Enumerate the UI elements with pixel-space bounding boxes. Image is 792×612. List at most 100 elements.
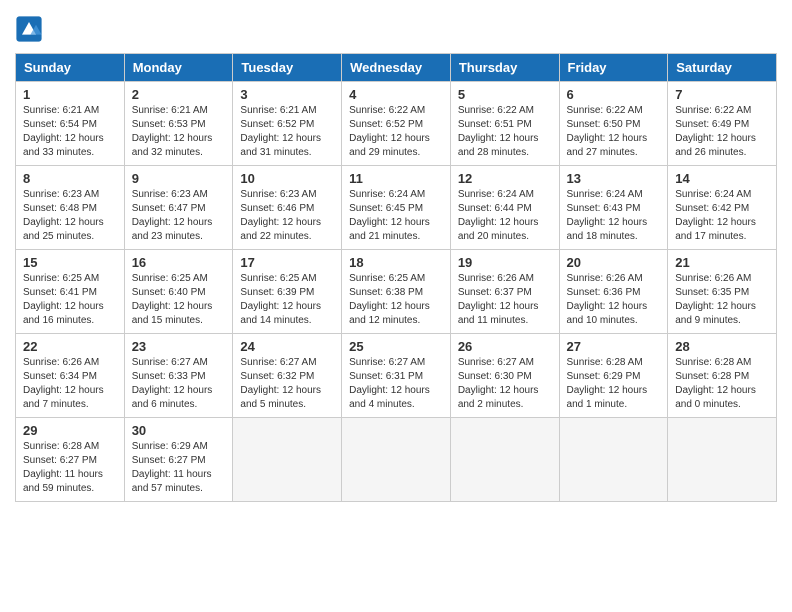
daylight-label: Daylight: 12 hours and 29 minutes. <box>349 133 430 158</box>
calendar-cell: 4 Sunrise: 6:22 AM Sunset: 6:52 PM Dayli… <box>342 82 451 166</box>
day-number: 24 <box>240 339 334 354</box>
daylight-label: Daylight: 12 hours and 32 minutes. <box>132 133 213 158</box>
day-info: Sunrise: 6:21 AM Sunset: 6:52 PM Dayligh… <box>240 104 334 160</box>
calendar-cell: 10 Sunrise: 6:23 AM Sunset: 6:46 PM Dayl… <box>233 166 342 250</box>
daylight-label: Daylight: 12 hours and 17 minutes. <box>675 217 756 242</box>
sunset-label: Sunset: 6:51 PM <box>458 119 532 130</box>
day-number: 5 <box>458 87 552 102</box>
sunrise-label: Sunrise: 6:26 AM <box>567 273 643 284</box>
sunset-label: Sunset: 6:47 PM <box>132 203 206 214</box>
sunset-label: Sunset: 6:45 PM <box>349 203 423 214</box>
calendar-cell: 2 Sunrise: 6:21 AM Sunset: 6:53 PM Dayli… <box>124 82 233 166</box>
calendar-cell: 24 Sunrise: 6:27 AM Sunset: 6:32 PM Dayl… <box>233 334 342 418</box>
calendar-cell: 14 Sunrise: 6:24 AM Sunset: 6:42 PM Dayl… <box>668 166 777 250</box>
sunset-label: Sunset: 6:42 PM <box>675 203 749 214</box>
sunrise-label: Sunrise: 6:25 AM <box>23 273 99 284</box>
daylight-label: Daylight: 12 hours and 15 minutes. <box>132 301 213 326</box>
calendar-cell <box>668 418 777 502</box>
weekday-header-monday: Monday <box>124 54 233 82</box>
sunset-label: Sunset: 6:40 PM <box>132 287 206 298</box>
calendar-cell <box>233 418 342 502</box>
calendar-cell: 23 Sunrise: 6:27 AM Sunset: 6:33 PM Dayl… <box>124 334 233 418</box>
sunset-label: Sunset: 6:52 PM <box>240 119 314 130</box>
day-info: Sunrise: 6:28 AM Sunset: 6:29 PM Dayligh… <box>567 356 661 412</box>
day-number: 12 <box>458 171 552 186</box>
day-number: 14 <box>675 171 769 186</box>
calendar-cell: 27 Sunrise: 6:28 AM Sunset: 6:29 PM Dayl… <box>559 334 668 418</box>
day-info: Sunrise: 6:27 AM Sunset: 6:30 PM Dayligh… <box>458 356 552 412</box>
sunrise-label: Sunrise: 6:27 AM <box>132 357 208 368</box>
day-info: Sunrise: 6:26 AM Sunset: 6:35 PM Dayligh… <box>675 272 769 328</box>
sunrise-label: Sunrise: 6:22 AM <box>567 105 643 116</box>
sunset-label: Sunset: 6:41 PM <box>23 287 97 298</box>
day-number: 28 <box>675 339 769 354</box>
day-number: 8 <box>23 171 117 186</box>
sunset-label: Sunset: 6:36 PM <box>567 287 641 298</box>
daylight-label: Daylight: 12 hours and 21 minutes. <box>349 217 430 242</box>
daylight-label: Daylight: 12 hours and 6 minutes. <box>132 385 213 410</box>
day-number: 3 <box>240 87 334 102</box>
calendar-week-row: 1 Sunrise: 6:21 AM Sunset: 6:54 PM Dayli… <box>16 82 777 166</box>
calendar-header-row: SundayMondayTuesdayWednesdayThursdayFrid… <box>16 54 777 82</box>
page: SundayMondayTuesdayWednesdayThursdayFrid… <box>0 0 792 612</box>
day-info: Sunrise: 6:22 AM Sunset: 6:52 PM Dayligh… <box>349 104 443 160</box>
sunset-label: Sunset: 6:35 PM <box>675 287 749 298</box>
sunset-label: Sunset: 6:28 PM <box>675 371 749 382</box>
calendar-cell: 8 Sunrise: 6:23 AM Sunset: 6:48 PM Dayli… <box>16 166 125 250</box>
calendar-cell: 29 Sunrise: 6:28 AM Sunset: 6:27 PM Dayl… <box>16 418 125 502</box>
sunset-label: Sunset: 6:54 PM <box>23 119 97 130</box>
day-number: 10 <box>240 171 334 186</box>
sunset-label: Sunset: 6:44 PM <box>458 203 532 214</box>
day-number: 29 <box>23 423 117 438</box>
daylight-label: Daylight: 12 hours and 4 minutes. <box>349 385 430 410</box>
weekday-header-sunday: Sunday <box>16 54 125 82</box>
sunset-label: Sunset: 6:37 PM <box>458 287 532 298</box>
calendar-cell: 5 Sunrise: 6:22 AM Sunset: 6:51 PM Dayli… <box>450 82 559 166</box>
sunset-label: Sunset: 6:32 PM <box>240 371 314 382</box>
calendar-cell: 17 Sunrise: 6:25 AM Sunset: 6:39 PM Dayl… <box>233 250 342 334</box>
calendar-week-row: 29 Sunrise: 6:28 AM Sunset: 6:27 PM Dayl… <box>16 418 777 502</box>
sunset-label: Sunset: 6:27 PM <box>132 455 206 466</box>
day-info: Sunrise: 6:22 AM Sunset: 6:51 PM Dayligh… <box>458 104 552 160</box>
daylight-label: Daylight: 12 hours and 0 minutes. <box>675 385 756 410</box>
daylight-label: Daylight: 12 hours and 16 minutes. <box>23 301 104 326</box>
calendar-cell: 15 Sunrise: 6:25 AM Sunset: 6:41 PM Dayl… <box>16 250 125 334</box>
day-info: Sunrise: 6:25 AM Sunset: 6:40 PM Dayligh… <box>132 272 226 328</box>
day-number: 13 <box>567 171 661 186</box>
calendar-cell: 12 Sunrise: 6:24 AM Sunset: 6:44 PM Dayl… <box>450 166 559 250</box>
weekday-header-friday: Friday <box>559 54 668 82</box>
day-number: 23 <box>132 339 226 354</box>
sunrise-label: Sunrise: 6:21 AM <box>23 105 99 116</box>
day-info: Sunrise: 6:23 AM Sunset: 6:47 PM Dayligh… <box>132 188 226 244</box>
day-info: Sunrise: 6:21 AM Sunset: 6:54 PM Dayligh… <box>23 104 117 160</box>
day-number: 27 <box>567 339 661 354</box>
daylight-label: Daylight: 12 hours and 5 minutes. <box>240 385 321 410</box>
sunset-label: Sunset: 6:39 PM <box>240 287 314 298</box>
day-number: 25 <box>349 339 443 354</box>
day-info: Sunrise: 6:24 AM Sunset: 6:45 PM Dayligh… <box>349 188 443 244</box>
sunrise-label: Sunrise: 6:27 AM <box>458 357 534 368</box>
sunrise-label: Sunrise: 6:25 AM <box>132 273 208 284</box>
day-info: Sunrise: 6:24 AM Sunset: 6:43 PM Dayligh… <box>567 188 661 244</box>
day-number: 4 <box>349 87 443 102</box>
day-info: Sunrise: 6:26 AM Sunset: 6:36 PM Dayligh… <box>567 272 661 328</box>
sunrise-label: Sunrise: 6:21 AM <box>240 105 316 116</box>
calendar-cell: 11 Sunrise: 6:24 AM Sunset: 6:45 PM Dayl… <box>342 166 451 250</box>
day-info: Sunrise: 6:22 AM Sunset: 6:49 PM Dayligh… <box>675 104 769 160</box>
weekday-header-wednesday: Wednesday <box>342 54 451 82</box>
day-info: Sunrise: 6:25 AM Sunset: 6:38 PM Dayligh… <box>349 272 443 328</box>
daylight-label: Daylight: 12 hours and 25 minutes. <box>23 217 104 242</box>
daylight-label: Daylight: 12 hours and 27 minutes. <box>567 133 648 158</box>
daylight-label: Daylight: 12 hours and 33 minutes. <box>23 133 104 158</box>
daylight-label: Daylight: 12 hours and 9 minutes. <box>675 301 756 326</box>
day-info: Sunrise: 6:25 AM Sunset: 6:39 PM Dayligh… <box>240 272 334 328</box>
sunset-label: Sunset: 6:33 PM <box>132 371 206 382</box>
calendar-week-row: 22 Sunrise: 6:26 AM Sunset: 6:34 PM Dayl… <box>16 334 777 418</box>
daylight-label: Daylight: 12 hours and 22 minutes. <box>240 217 321 242</box>
day-number: 9 <box>132 171 226 186</box>
day-number: 15 <box>23 255 117 270</box>
calendar-cell: 26 Sunrise: 6:27 AM Sunset: 6:30 PM Dayl… <box>450 334 559 418</box>
sunset-label: Sunset: 6:46 PM <box>240 203 314 214</box>
day-number: 11 <box>349 171 443 186</box>
day-number: 2 <box>132 87 226 102</box>
